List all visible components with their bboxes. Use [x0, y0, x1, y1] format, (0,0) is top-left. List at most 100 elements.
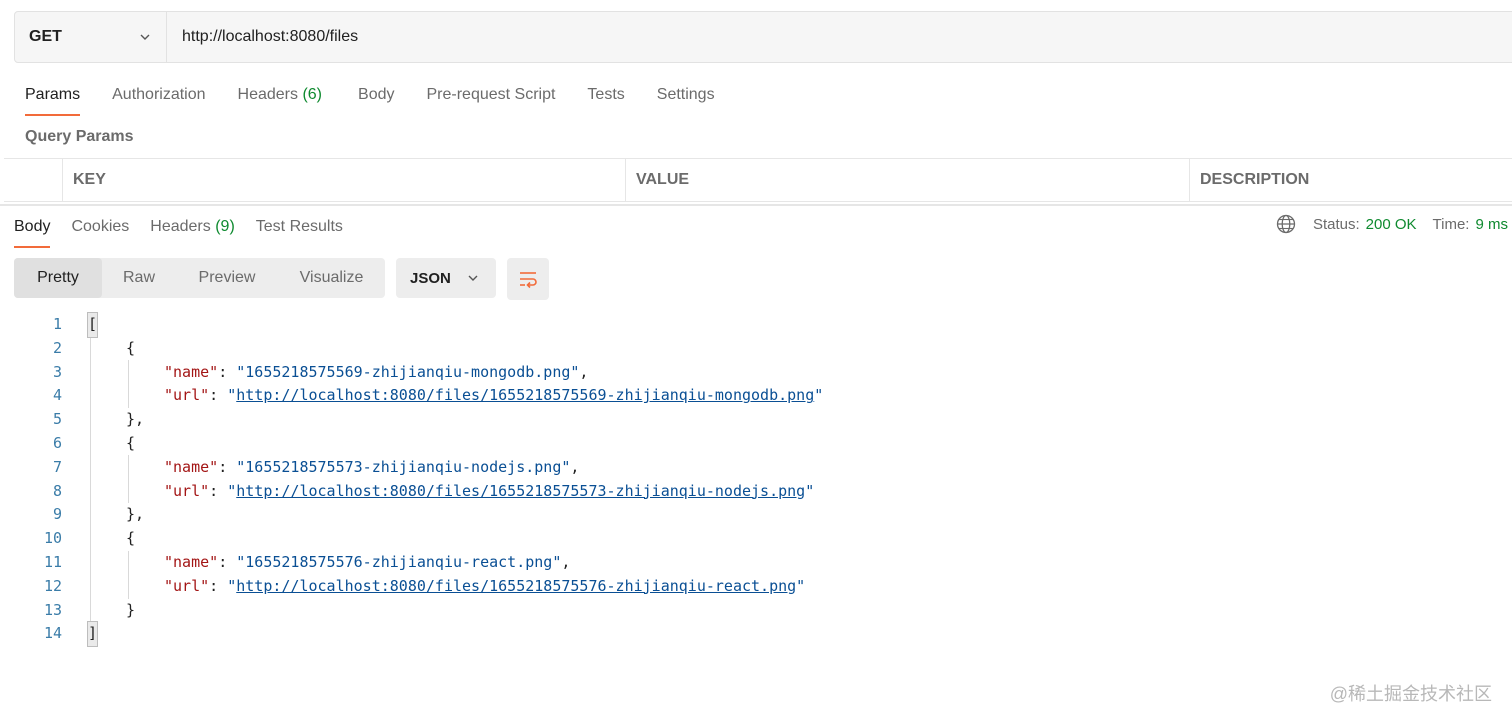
time-label: Time: — [1432, 215, 1470, 233]
json-url-link[interactable]: http://localhost:8080/files/165521857556… — [236, 386, 814, 404]
request-tabs: Params Authorization Headers (6) Body Pr… — [25, 80, 747, 116]
pretty-button[interactable]: Pretty — [14, 258, 102, 298]
description-column-header: DESCRIPTION — [1200, 171, 1310, 188]
wrap-lines-button[interactable] — [507, 258, 549, 300]
tab-label: Body — [14, 218, 51, 235]
globe-icon[interactable] — [1276, 214, 1296, 234]
json-url-link[interactable]: http://localhost:8080/files/165521857557… — [236, 482, 805, 500]
json-quote: " — [796, 576, 806, 595]
line-number: 10 — [43, 529, 62, 548]
code-line: 13} — [0, 599, 1512, 623]
code-text: { — [126, 529, 136, 548]
status-value[interactable]: 200 OK — [1366, 216, 1417, 233]
line-number: 13 — [43, 600, 62, 619]
tab-label: Cookies — [71, 218, 130, 235]
response-body-editor[interactable]: 1[ 2{ 3 "name": "1655218575569-zhijianqiu… — [0, 312, 1512, 648]
json-key: "url" — [164, 481, 210, 500]
tab-settings[interactable]: Settings — [657, 80, 715, 116]
json-url-link[interactable]: http://localhost:8080/files/165521857557… — [236, 577, 796, 595]
json-colon: : — [218, 457, 237, 476]
tab-label: Authorization — [112, 86, 206, 103]
json-quote: " — [552, 552, 562, 571]
json-quote: " — [236, 457, 246, 476]
json-quote: " — [805, 481, 815, 500]
tab-test-results[interactable]: Test Results — [256, 212, 343, 248]
code-text: [ — [86, 312, 99, 338]
status-label: Status: — [1312, 215, 1360, 233]
format-select[interactable]: JSON — [396, 258, 496, 298]
value-column-header: VALUE — [626, 159, 1190, 201]
tab-tests[interactable]: Tests — [587, 80, 624, 116]
json-key: "name" — [164, 362, 219, 381]
code-line: 9}, — [0, 503, 1512, 527]
code-line: 1[ — [0, 312, 1512, 338]
code-line: 2{ — [0, 337, 1512, 361]
preview-button[interactable]: Preview — [176, 258, 278, 298]
format-label: JSON — [410, 269, 451, 287]
key-column-header: KEY — [63, 159, 626, 201]
code-text: { — [126, 433, 136, 452]
tab-authorization[interactable]: Authorization — [112, 80, 205, 116]
visualize-button[interactable]: Visualize — [278, 258, 385, 298]
line-number: 4 — [52, 386, 62, 405]
tab-body[interactable]: Body — [358, 80, 394, 116]
code-text: ] — [86, 621, 99, 648]
code-line: 3 "name": "1655218575569-zhijianqiu-mongo… — [0, 361, 1512, 385]
tab-count: (6) — [302, 86, 323, 103]
json-quote: " — [227, 386, 237, 405]
tab-label: Headers — [237, 86, 298, 103]
tab-count: (9) — [215, 218, 235, 235]
tab-label: Body — [358, 86, 395, 103]
code-text: { — [126, 338, 136, 357]
json-quote: " — [814, 386, 824, 405]
watermark: @稀土掘金技术社区 — [1329, 684, 1492, 704]
method-label: GET — [29, 28, 62, 45]
line-number: 6 — [52, 433, 62, 452]
response-status: Status: 200 OK Time: 9 ms — [1276, 214, 1508, 234]
tab-response-body[interactable]: Body — [14, 212, 51, 248]
line-number: 2 — [52, 338, 62, 357]
pane-divider[interactable] — [0, 204, 1512, 206]
tab-label: Headers — [150, 218, 211, 235]
tab-headers[interactable]: Headers (6) — [238, 80, 323, 116]
code-text: }, — [126, 410, 145, 429]
line-number: 14 — [43, 624, 62, 643]
code-line: 14] — [0, 621, 1512, 648]
code-text: "name": "1655218575569-zhijianqiu-mongod… — [164, 361, 588, 385]
tab-pre-request-script[interactable]: Pre-request Script — [426, 80, 555, 116]
json-colon: : — [209, 481, 228, 500]
line-number: 1 — [52, 315, 62, 333]
code-line: 11 "name": "1655218575576-zhijianqiu-reac… — [0, 551, 1512, 575]
json-comma: , — [561, 552, 571, 571]
json-colon: : — [218, 362, 237, 381]
code-text: "url": "http://localhost:8080/files/1655… — [164, 480, 814, 504]
url-input[interactable]: http://localhost:8080/files — [167, 12, 1512, 62]
time-value[interactable]: 9 ms — [1475, 216, 1508, 233]
code-line: 8 "url": "http://localhost:8080/files/165… — [0, 480, 1512, 504]
json-string: 1655218575576-zhijianqiu-react.png — [245, 552, 553, 571]
method-select[interactable]: GET — [15, 12, 167, 62]
tab-label: Test Results — [255, 218, 343, 235]
line-number: 5 — [52, 410, 62, 429]
code-text: "url": "http://localhost:8080/files/1655… — [164, 384, 823, 408]
json-quote: " — [236, 552, 246, 571]
response-tabs: Body Cookies Headers (9) Test Results — [14, 212, 364, 248]
tab-cookies[interactable]: Cookies — [71, 212, 129, 248]
line-number: 9 — [52, 505, 62, 524]
tab-label: Settings — [656, 86, 715, 103]
code-line: 10 { — [0, 527, 1512, 551]
tab-label: Tests — [587, 86, 625, 103]
json-colon: : — [218, 552, 237, 571]
tab-label: Pre-request Script — [426, 86, 556, 103]
code-text: "name": "1655218575573-zhijianqiu-nodejs… — [164, 456, 579, 480]
json-string: 1655218575573-zhijianqiu-nodejs.png — [245, 457, 562, 476]
line-number: 11 — [43, 552, 62, 571]
tab-params[interactable]: Params — [25, 80, 81, 116]
raw-button[interactable]: Raw — [102, 258, 176, 298]
json-colon: : — [209, 386, 228, 405]
row-select-column — [4, 159, 63, 201]
view-mode-group: Pretty Raw Preview Visualize — [14, 258, 385, 298]
chevron-down-icon — [468, 275, 478, 281]
code-line: 12 "url": "http://localhost:8080/files/16… — [0, 575, 1512, 599]
tab-response-headers[interactable]: Headers (9) — [150, 212, 235, 248]
